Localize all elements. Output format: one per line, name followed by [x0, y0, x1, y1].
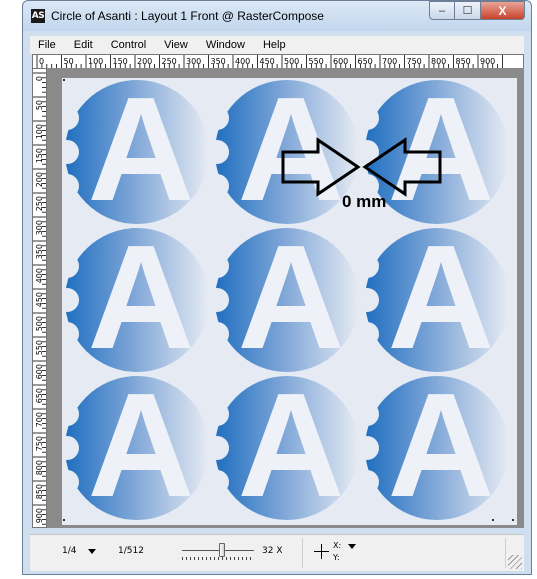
ruler-label: 0: [39, 57, 44, 66]
vertical-ruler-scale: 0 50 100 150 200 250 300 350 400 450 500 550 600 650 7…: [33, 72, 46, 525]
tile: A: [62, 78, 209, 232]
ruler-label: 500: [35, 316, 44, 331]
tile: A: [355, 215, 509, 380]
ruler-label: 800: [431, 57, 446, 66]
tile-letter: A: [388, 363, 495, 525]
ruler-label: 750: [35, 436, 44, 451]
app-window: AS Circle of Asanti : Layout 1 Front @ R…: [22, 0, 532, 575]
tile: A: [205, 363, 359, 525]
tiled-artwork: A A AA A AA A A 0 mm: [62, 78, 514, 525]
ruler-label: 700: [35, 412, 44, 427]
resize-grip-icon[interactable]: [508, 555, 522, 569]
window-title: Circle of Asanti : Layout 1 Front @ Rast…: [51, 9, 324, 23]
ruler-label: 200: [137, 57, 152, 66]
ruler-label: 800: [35, 460, 44, 475]
ruler-label: 150: [35, 148, 44, 163]
ruler-label: 850: [35, 484, 44, 499]
menu-help[interactable]: Help: [254, 39, 295, 51]
status-divider: [505, 538, 506, 568]
ruler-label: 50: [35, 100, 44, 110]
tile-letter: A: [238, 78, 345, 232]
ruler-label: 650: [35, 388, 44, 403]
ruler-label: 500: [284, 57, 299, 66]
zoom-slider-ticks: [182, 557, 254, 560]
ruler-label: 100: [88, 57, 103, 66]
coord-x-label: X:: [333, 541, 342, 550]
ruler-label: 250: [35, 196, 44, 211]
zoom-slider-thumb[interactable]: [218, 543, 225, 557]
ruler-label: 550: [35, 340, 44, 355]
ruler-label: 250: [162, 57, 177, 66]
zoom-max-label: 32 X: [262, 546, 283, 556]
ruler-label: 150: [113, 57, 128, 66]
ruler-label: 350: [35, 244, 44, 259]
tile: A: [62, 363, 209, 525]
tile: A: [62, 215, 209, 380]
tile-letter: A: [88, 215, 195, 380]
menu-bar: File Edit Control View Window Help: [30, 36, 524, 54]
status-bar: 1/4 1/512 32 X X: Y:: [30, 534, 524, 571]
tile-letter: A: [88, 363, 195, 525]
ruler-label: 650: [358, 57, 373, 66]
title-bar[interactable]: AS Circle of Asanti : Layout 1 Front @ R…: [23, 1, 531, 31]
tile-letter: A: [238, 363, 345, 525]
ruler-label: 450: [260, 57, 275, 66]
close-button[interactable]: X: [481, 1, 525, 20]
horizontal-ruler-scale: 0 50 100 150 200 250 300 350 400 450 500 550 600 650 7…: [36, 55, 503, 68]
menu-file[interactable]: File: [30, 39, 65, 51]
status-divider: [302, 538, 303, 568]
minimize-button[interactable]: –: [429, 1, 455, 20]
ruler-label: 600: [35, 364, 44, 379]
zoom-min-label: 1/512: [118, 546, 144, 556]
ruler-label: 850: [456, 57, 471, 66]
vertical-ruler[interactable]: 0 50 100 150 200 250 300 350 400 450 500 550 600 650 7…: [32, 68, 47, 528]
ruler-label: 600: [333, 57, 348, 66]
ruler-label: 700: [382, 57, 397, 66]
tile: A: [205, 215, 359, 380]
ruler-label: 450: [35, 292, 44, 307]
menu-edit[interactable]: Edit: [65, 39, 102, 51]
ruler-label: 900: [35, 508, 44, 523]
coord-dropdown-icon[interactable]: [348, 544, 356, 549]
layout-page[interactable]: AAAAAAAAA 0 mm: [62, 78, 517, 525]
measure-label: 0 mm: [342, 192, 386, 211]
menu-control[interactable]: Control: [102, 39, 155, 51]
canvas-area[interactable]: AAAAAAAAA 0 mm: [47, 68, 524, 528]
menu-window[interactable]: Window: [197, 39, 254, 51]
tile-letter: A: [88, 78, 195, 232]
page-dropdown-icon[interactable]: [88, 549, 96, 554]
ruler-label: 0: [35, 76, 44, 81]
ruler-label: 200: [35, 172, 44, 187]
ruler-label: 100: [35, 124, 44, 139]
window-controls: – ☐ X: [429, 1, 525, 21]
ruler-label: 550: [309, 57, 324, 66]
maximize-button[interactable]: ☐: [455, 1, 481, 20]
ruler-label: 300: [35, 220, 44, 235]
crosshair-icon: [314, 544, 329, 559]
tile-letter: A: [388, 215, 495, 380]
ruler-label: 300: [186, 57, 201, 66]
tile: A: [355, 363, 509, 525]
horizontal-ruler[interactable]: 0 50 100 150 200 250 300 350 400 450 500 550 600 650 7…: [32, 54, 524, 69]
ruler-label: 50: [64, 57, 74, 66]
ruler-label: 400: [235, 57, 250, 66]
ruler-label: 750: [407, 57, 422, 66]
menu-view[interactable]: View: [155, 39, 197, 51]
coord-y-label: Y:: [333, 553, 340, 562]
tile-letter: A: [238, 215, 345, 380]
ruler-label: 400: [35, 268, 44, 283]
app-logo-icon[interactable]: AS: [31, 9, 45, 23]
ruler-label: 350: [211, 57, 226, 66]
ruler-label: 900: [480, 57, 495, 66]
page-indicator: 1/4: [62, 546, 77, 556]
